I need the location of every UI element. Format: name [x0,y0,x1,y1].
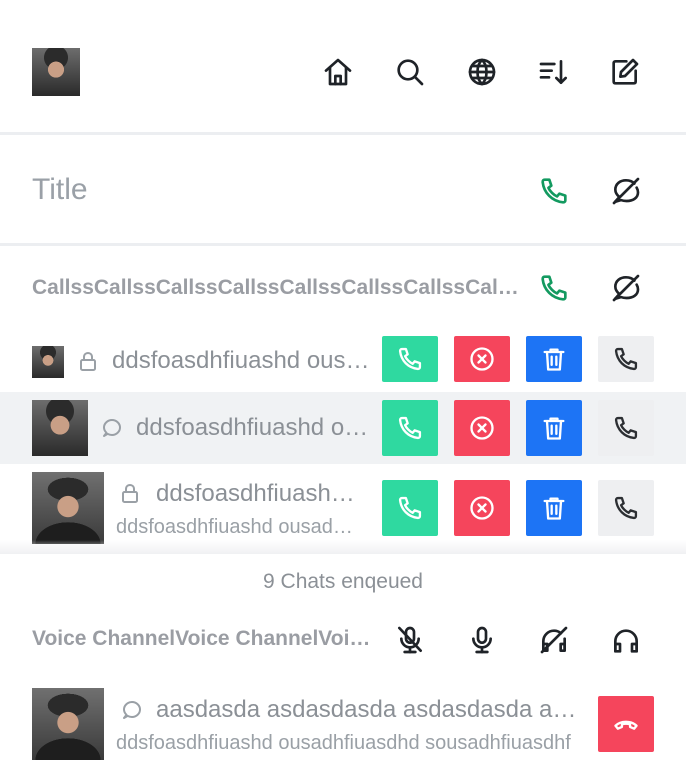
home-button[interactable] [318,52,358,92]
chat-off-icon [612,274,640,302]
chat-bubble-icon [120,698,144,722]
phone-icon [541,178,567,204]
chat-off-icon [612,177,640,205]
queue-status: 9 Chats enqeued [263,570,423,593]
trash-icon [543,417,565,440]
chat-bubble-icon [100,416,124,440]
chat-title: ddsfoasdhfiuashd ousadhfiuasdhf [136,414,372,441]
voice-channel-title: Voice ChannelVoice ChannelVoice Channel [32,627,382,650]
phone-icon [614,416,638,440]
phone-icon [614,496,638,520]
create-new-button[interactable] [605,52,645,92]
edit-icon [612,58,639,85]
chat-subtitle: ddsfoasdhfiuashd ousadhfiuasdhf [116,516,362,538]
phone-hangup-icon [614,720,638,730]
phone-icon [541,275,567,301]
call-button[interactable] [598,400,654,456]
mic-off-icon [398,626,422,654]
chat-avatar [32,346,64,378]
section-call-button[interactable] [534,268,574,308]
microphone-button[interactable] [462,620,502,660]
active-call-item[interactable]: aasdasda asdasdasda asdasdasda asdasdasd… [0,684,686,766]
chat-title: ddsfoasdhfiuashd ousadhfiuasdhf [156,480,362,507]
top-header [0,0,686,132]
phone-icon [398,416,422,440]
sort-icon [539,60,567,84]
call-button[interactable] [598,480,654,536]
accept-button[interactable] [382,400,438,456]
search-button[interactable] [390,52,430,92]
list-item[interactable]: ddsfoasdhfiuashd ousadhfiuasdhf ddsfoasd… [0,468,686,548]
user-avatar[interactable] [32,48,80,96]
trash-icon [543,348,565,371]
chat-avatar [32,400,88,456]
decline-button[interactable] [454,336,510,382]
lock-icon [76,349,100,373]
lock-icon [118,481,142,505]
home-icon [324,58,352,86]
mute-button[interactable] [390,620,430,660]
room-title-row: Title [0,135,686,243]
chat-avatar [32,472,104,544]
accept-button[interactable] [382,480,438,536]
hang-up-button[interactable] [598,696,654,752]
section-notifications-off-button[interactable] [606,268,646,308]
deafen-button[interactable] [534,620,574,660]
delete-button[interactable] [526,400,582,456]
room-notifications-off-button[interactable] [606,171,646,211]
mic-icon [472,626,492,654]
list-scroll-fade [0,540,686,554]
sort-button[interactable] [533,52,573,92]
list-item[interactable]: ddsfoasdhfiuashd ousadhfiuasdhf [0,336,686,386]
directory-button[interactable] [462,52,502,92]
call-avatar [32,688,104,760]
close-circle-icon [470,416,494,440]
delete-button[interactable] [526,480,582,536]
trash-icon [543,497,565,520]
accept-button[interactable] [382,336,438,382]
search-icon [397,59,424,86]
headphones-off-icon [540,626,568,654]
room-title: Title [32,173,88,206]
delete-button[interactable] [526,336,582,382]
close-circle-icon [470,496,494,520]
decline-button[interactable] [454,480,510,536]
call-button[interactable] [598,336,654,382]
headphones-icon [614,629,638,653]
calls-section-title: CallssCallssCallssCallssCallssCallssCall… [32,276,522,299]
phone-icon [398,347,422,371]
call-subtitle: ddsfoasdhfiuashd ousadhfiuasdhd sousadhf… [116,732,571,754]
title-divider [0,243,686,246]
phone-icon [398,496,422,520]
decline-button[interactable] [454,400,510,456]
room-call-button[interactable] [534,171,574,211]
globe-icon [468,58,496,86]
audio-button[interactable] [606,620,646,660]
close-circle-icon [470,347,494,371]
call-title: aasdasda asdasdasda asdasdasda asdasdasd… [156,696,580,723]
phone-icon [614,347,638,371]
chat-title: ddsfoasdhfiuashd ousadhfiuasdhf [112,347,370,374]
list-item[interactable]: ddsfoasdhfiuashd ousadhfiuasdhf [0,392,686,464]
